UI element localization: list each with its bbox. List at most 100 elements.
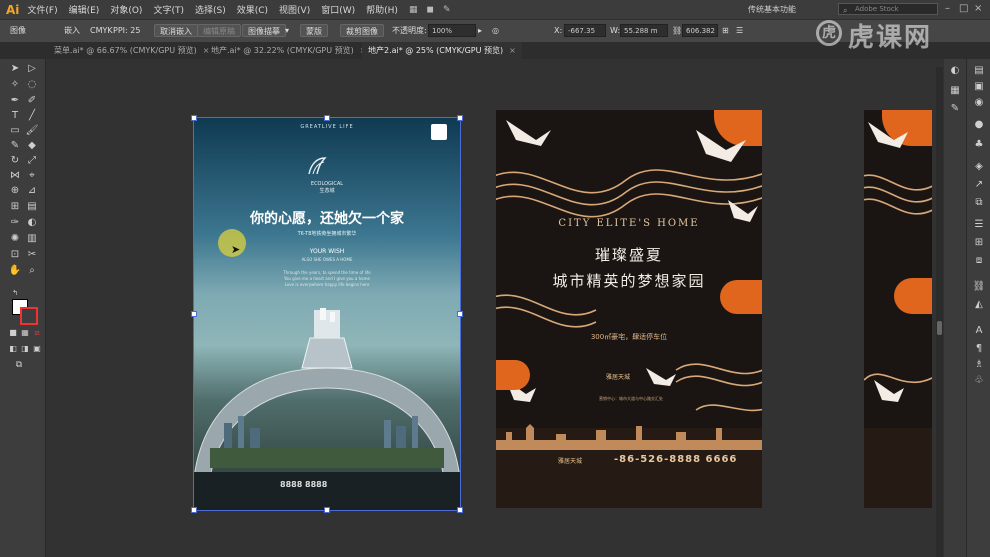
vertical-scrollbar[interactable] [936, 67, 943, 557]
mesh-tool-icon[interactable]: ⊞ [8, 201, 22, 213]
resize-handle-tr[interactable] [457, 115, 463, 121]
width-tool-icon[interactable]: ⋈ [8, 170, 22, 182]
menu-view[interactable]: 视图(V) [279, 3, 310, 16]
rotate-tool-icon[interactable]: ↻ [8, 155, 22, 167]
slice-tool-icon[interactable]: ✂ [25, 249, 39, 261]
tab-realestate-doc[interactable]: 地产.ai* @ 32.22% (CMYK/GPU 预览)× [205, 42, 372, 59]
paintbrush-icon[interactable]: 🖌 [25, 125, 39, 137]
stroke-swatch[interactable] [20, 307, 38, 325]
blend-tool-icon[interactable]: ◐ [25, 217, 39, 229]
menu-object[interactable]: 对象(O) [110, 3, 142, 16]
workspace-switcher[interactable]: 传统基本功能 [748, 4, 796, 15]
graph-tool-icon[interactable]: ▥ [25, 233, 39, 245]
align-icon[interactable]: ☰ [736, 25, 743, 37]
opacity-field[interactable]: 100% [428, 24, 476, 37]
close-icon[interactable]: × [974, 3, 982, 14]
resize-handle-r[interactable] [457, 311, 463, 317]
resize-handle-tl[interactable] [191, 115, 197, 121]
menu-select[interactable]: 选择(S) [195, 3, 226, 16]
opentype-panel-icon[interactable]: ♗ [972, 359, 986, 371]
poster-crane-artwork-copy[interactable] [864, 110, 932, 508]
menu-window[interactable]: 窗口(W) [321, 3, 355, 16]
menu-edit[interactable]: 编辑(E) [69, 3, 100, 16]
glyphs-panel-icon[interactable]: ♧ [972, 375, 986, 387]
layers-panel-icon[interactable]: ◈ [972, 161, 986, 173]
libraries-panel-icon[interactable]: ▣ [972, 81, 986, 93]
close-icon[interactable]: × [509, 46, 516, 55]
shaper-tool-icon[interactable]: ✎ [8, 140, 22, 152]
transform-panel-icon[interactable]: ⊞ [972, 237, 986, 249]
magic-wand-icon[interactable]: ✧ [8, 79, 22, 91]
poster-ring-artwork[interactable]: GREATLIVE LIFE ECOLOGICAL 生态城 你的心愿，还她欠一个… [194, 118, 460, 510]
unembed-button[interactable]: 取消嵌入 [154, 24, 198, 37]
maximize-icon[interactable]: □ [959, 3, 968, 14]
embed-link[interactable]: 嵌入 [64, 25, 80, 37]
selection-tool-icon[interactable]: ➤ [8, 63, 22, 75]
eraser-icon[interactable]: ◆ [25, 140, 39, 152]
links-panel-icon[interactable]: ⛓ [972, 281, 986, 293]
appearance-panel-icon[interactable]: ◉ [972, 97, 986, 109]
menu-file[interactable]: 文件(F) [27, 3, 57, 16]
crop-image-button[interactable]: 裁剪图像 [340, 24, 384, 37]
hand-tool-icon[interactable]: ✋ [8, 265, 22, 277]
export-panel-icon[interactable]: ↗ [972, 179, 986, 191]
resize-handle-l[interactable] [191, 311, 197, 317]
perspective-icon[interactable]: ⊿ [25, 185, 39, 197]
lasso-icon[interactable]: ◌ [25, 79, 39, 91]
screen-mode-icon[interactable]: ⧉ [12, 359, 26, 371]
transparency-panel-icon[interactable]: ◭ [972, 299, 986, 311]
paragraph-panel-icon[interactable]: ¶ [972, 343, 986, 355]
color-panel-icon[interactable]: ◐ [948, 65, 962, 77]
rectangle-tool-icon[interactable]: ▭ [8, 125, 22, 137]
symbol-sprayer-icon[interactable]: ✺ [8, 233, 22, 245]
draw-inside-icon[interactable]: ▣ [30, 343, 44, 355]
pen-tool-icon[interactable]: ✒ [8, 95, 22, 107]
x-field[interactable]: -667.35 [564, 24, 606, 37]
recolor-icon[interactable]: ◎ [492, 25, 499, 37]
y-field[interactable]: 606.382 [682, 24, 718, 37]
tab-realestate2-doc[interactable]: 地产2.ai* @ 25% (CMYK/GPU 预览) × [362, 42, 522, 59]
bridge-icon[interactable]: ▦ [409, 5, 418, 15]
chevron-down-icon[interactable]: ▾ [285, 25, 289, 37]
properties-panel-icon[interactable]: ▤ [972, 65, 986, 77]
shape-builder-icon[interactable]: ⊕ [8, 185, 22, 197]
transform-icon[interactable]: ⊞ [722, 25, 729, 37]
menu-type[interactable]: 文字(T) [153, 3, 184, 16]
minimize-icon[interactable]: – [945, 3, 950, 14]
resize-handle-b[interactable] [324, 507, 330, 513]
w-field[interactable]: 55.288 m [620, 24, 668, 37]
none-mode-icon[interactable]: ⧄ [30, 327, 44, 339]
edit-original-button[interactable]: 编辑原稿 [197, 24, 241, 37]
image-trace-button[interactable]: 图像描摹 [242, 24, 286, 37]
scale-tool-icon[interactable]: ⤢ [25, 155, 39, 167]
type-tool-icon[interactable]: T [8, 110, 22, 122]
artboard-tool-icon[interactable]: ⊡ [8, 249, 22, 261]
menu-effect[interactable]: 效果(C) [237, 3, 268, 16]
artboards-panel-icon[interactable]: ⧉ [972, 197, 986, 209]
gradient-tool-icon[interactable]: ▤ [25, 201, 39, 213]
character-panel-icon[interactable]: A [972, 325, 986, 337]
stock-search-input[interactable]: ⌕ Adobe Stock [838, 3, 938, 15]
mask-button[interactable]: 蒙版 [300, 24, 328, 37]
arrange-icon[interactable]: ◼ [426, 5, 433, 15]
scrollbar-thumb[interactable] [937, 321, 942, 335]
resize-handle-br[interactable] [457, 507, 463, 513]
swap-colors-icon[interactable]: ↰ [8, 287, 22, 299]
link-icon[interactable]: ⛓ [672, 25, 682, 37]
eyedropper-icon[interactable]: ✑ [8, 217, 22, 229]
direct-selection-tool-icon[interactable]: ▷ [25, 63, 39, 75]
brushes-panel-icon[interactable]: ✎ [948, 103, 962, 115]
resize-handle-bl[interactable] [191, 507, 197, 513]
zoom-tool-icon[interactable]: ⌕ [25, 265, 39, 277]
graphic-styles-icon[interactable]: ● [972, 119, 986, 131]
align-panel-icon[interactable]: ☰ [972, 219, 986, 231]
opacity-dropdown-icon[interactable]: ▸ [478, 25, 482, 37]
poster-crane-artwork[interactable]: CITY ELITE'S HOME 璀璨盛夏 城市精英的梦想家园 300㎡豪宅，… [496, 110, 762, 508]
swatches-panel-icon[interactable]: ▦ [948, 85, 962, 97]
symbols-panel-icon[interactable]: ♣ [972, 139, 986, 151]
brush-icon[interactable]: ✎ [443, 5, 451, 15]
line-tool-icon[interactable]: ╱ [25, 110, 39, 122]
pathfinder-panel-icon[interactable]: ⧈ [972, 255, 986, 267]
free-transform-icon[interactable]: ⌖ [25, 170, 39, 182]
curvature-tool-icon[interactable]: ✐ [25, 95, 39, 107]
